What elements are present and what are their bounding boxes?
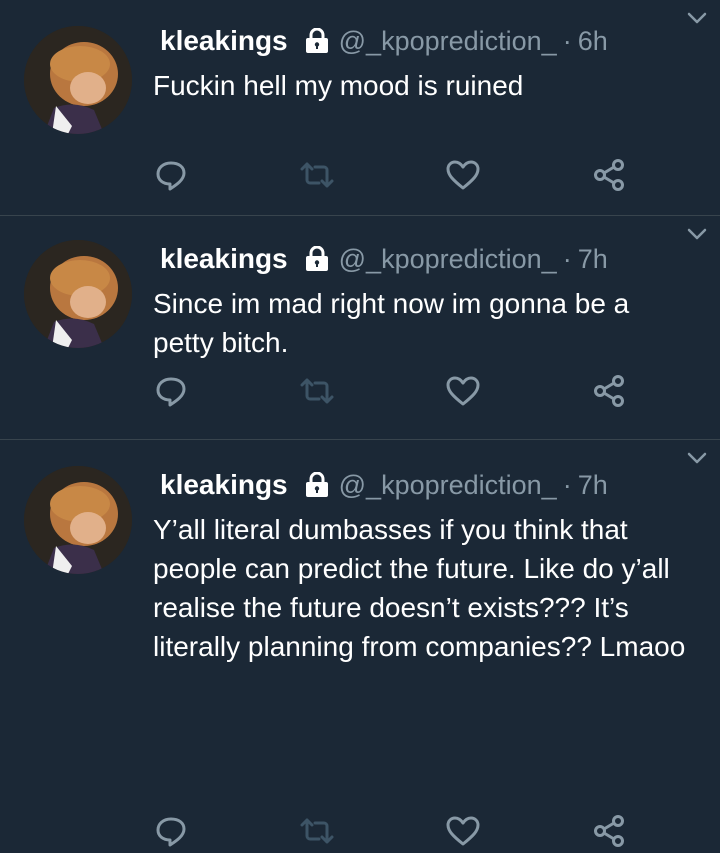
tweet-text: Fuckin hell my mood is ruined bbox=[153, 70, 524, 101]
separator-dot: · bbox=[562, 243, 572, 274]
tweet-actions bbox=[153, 813, 653, 853]
avatar[interactable] bbox=[24, 240, 132, 348]
separator-dot: · bbox=[562, 25, 572, 56]
avatar[interactable] bbox=[24, 466, 132, 574]
avatar[interactable] bbox=[24, 26, 132, 134]
display-name[interactable]: kleakings bbox=[160, 25, 288, 57]
retweet-icon[interactable] bbox=[299, 813, 335, 849]
retweet-icon[interactable] bbox=[299, 373, 335, 409]
tweet-text: Y’all literal dumbasses if you think tha… bbox=[153, 514, 686, 662]
display-name[interactable]: kleakings bbox=[160, 243, 288, 275]
timestamp[interactable]: 6h bbox=[578, 26, 608, 57]
share-icon[interactable] bbox=[591, 373, 627, 409]
heart-icon[interactable] bbox=[445, 813, 481, 849]
reply-icon[interactable] bbox=[153, 373, 189, 409]
retweet-icon[interactable] bbox=[299, 157, 335, 193]
tweet-actions bbox=[153, 373, 653, 413]
reply-icon[interactable] bbox=[153, 157, 189, 193]
share-icon[interactable] bbox=[591, 813, 627, 849]
tweet-text: Since im mad right now im gonna be a pet… bbox=[153, 288, 630, 358]
user-handle[interactable]: @_kpoprediction_ bbox=[339, 470, 557, 501]
heart-icon[interactable] bbox=[445, 157, 481, 193]
heart-icon[interactable] bbox=[445, 373, 481, 409]
tweet[interactable]: kleakings @_kpoprediction_ · 7h Y’all li… bbox=[0, 440, 720, 847]
user-handle[interactable]: @_kpoprediction_ bbox=[339, 244, 557, 275]
tweet[interactable]: kleakings @_kpoprediction_ · 7h Since im… bbox=[0, 216, 720, 440]
chevron-down-icon[interactable] bbox=[686, 226, 708, 242]
lock-icon bbox=[305, 245, 329, 272]
lock-icon bbox=[305, 27, 329, 54]
timestamp[interactable]: 7h bbox=[578, 244, 608, 275]
user-handle[interactable]: @_kpoprediction_ bbox=[339, 26, 557, 57]
display-name[interactable]: kleakings bbox=[160, 469, 288, 501]
chevron-down-icon[interactable] bbox=[686, 450, 708, 466]
separator-dot: · bbox=[562, 469, 572, 500]
chevron-down-icon[interactable] bbox=[686, 10, 708, 26]
reply-icon[interactable] bbox=[153, 813, 189, 849]
lock-icon bbox=[305, 471, 329, 498]
timestamp[interactable]: 7h bbox=[578, 470, 608, 501]
tweet[interactable]: kleakings @_kpoprediction_ · 6h Fuckin h… bbox=[0, 0, 720, 216]
tweet-actions bbox=[153, 157, 653, 197]
share-icon[interactable] bbox=[591, 157, 627, 193]
